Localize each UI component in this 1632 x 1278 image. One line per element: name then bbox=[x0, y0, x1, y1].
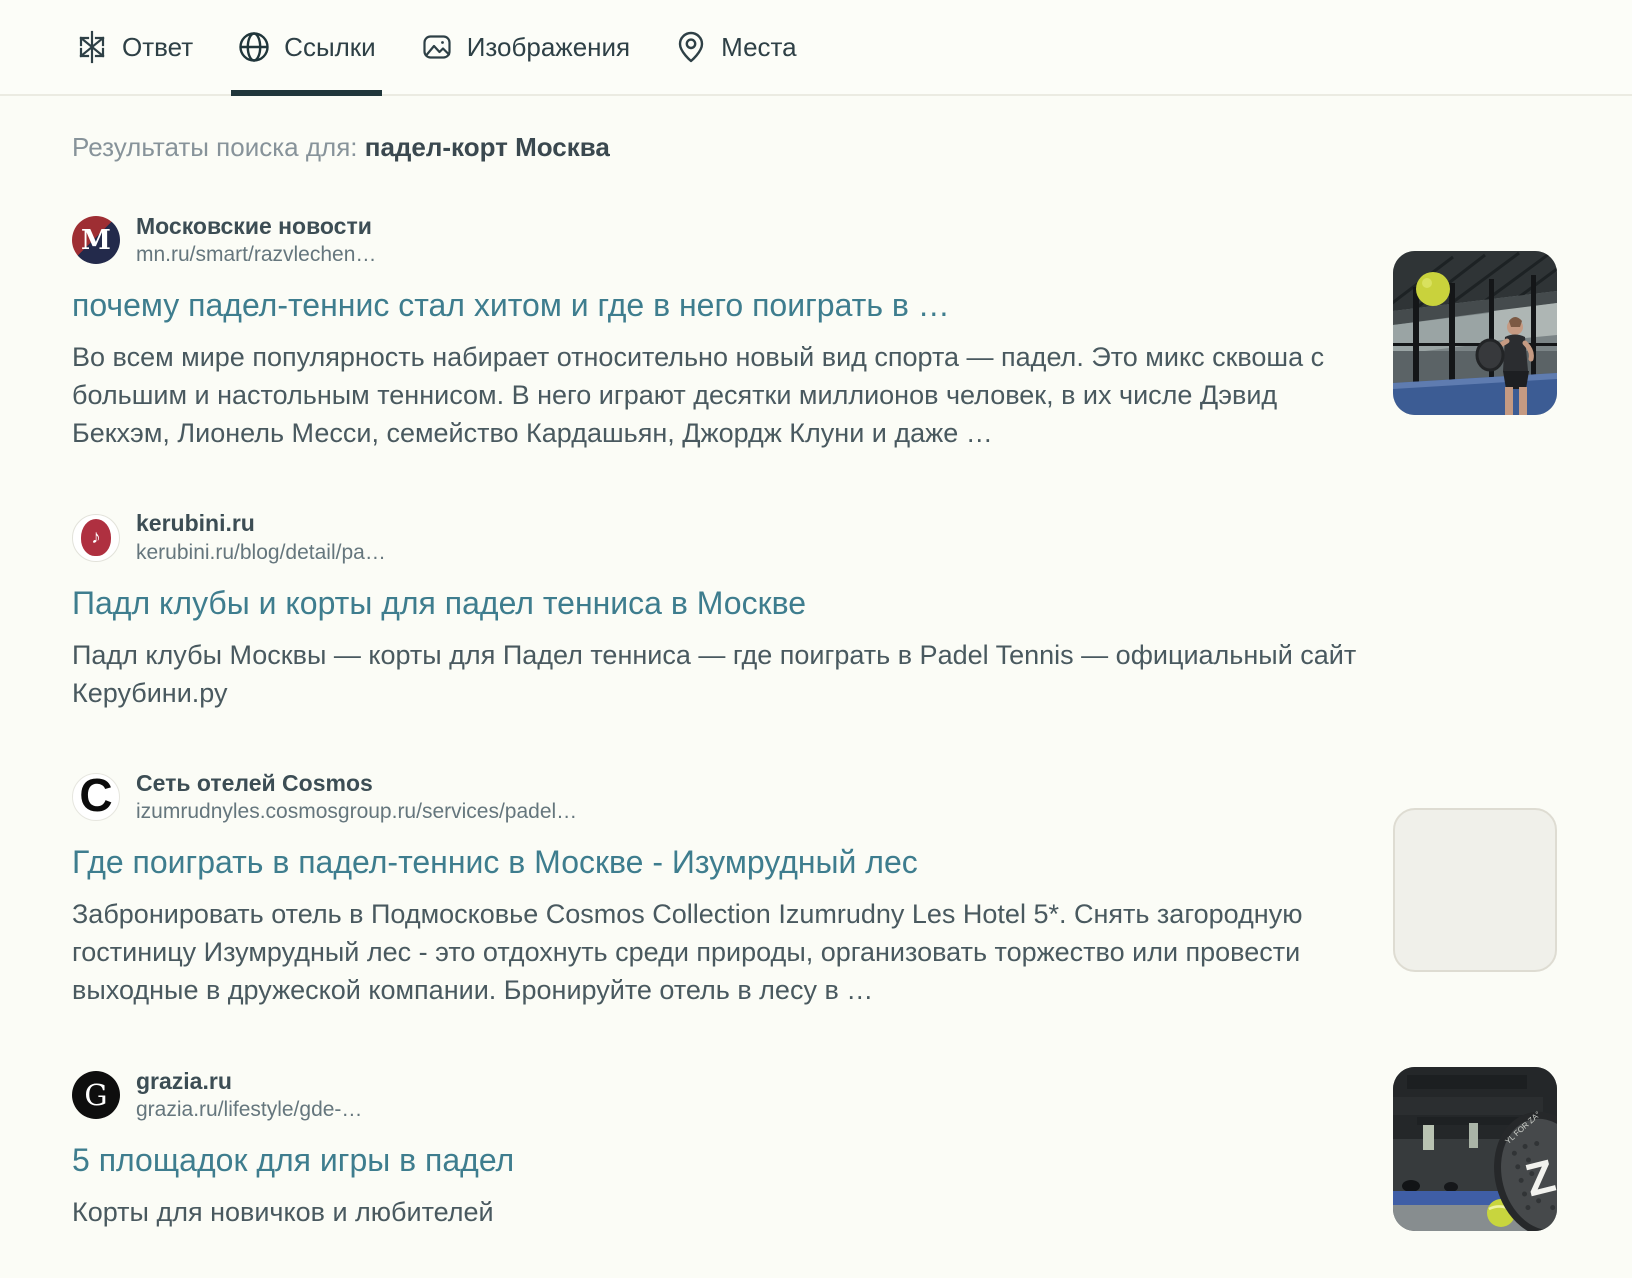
source-name: kerubini.ru bbox=[136, 510, 255, 537]
tab-label: Изображения bbox=[466, 31, 631, 62]
result-description: Во всем мире популярность набирает относ… bbox=[72, 342, 1325, 449]
result-title-link[interactable]: 5 площадок для игры в падел bbox=[72, 1140, 514, 1180]
favicon-letter: G bbox=[84, 1077, 108, 1112]
result-title-link[interactable]: Падл клубы и корты для падел тенниса в М… bbox=[72, 583, 806, 623]
source-name: grazia.ru bbox=[136, 1067, 232, 1094]
source-url: mn.ru/smart/razvlechen… bbox=[136, 243, 377, 267]
active-tab-underline bbox=[231, 90, 382, 96]
tab-images[interactable]: Изображения bbox=[420, 0, 630, 94]
result-source-header[interactable]: ♪ kerubini.ru kerubini.ru/blog/detail/pa… bbox=[72, 510, 1557, 564]
tab-label: Ссылки bbox=[284, 31, 376, 62]
search-result: G grazia.ru grazia.ru/lifestyle/gde-… 5 … bbox=[72, 1067, 1557, 1232]
tab-links[interactable]: Ссылки bbox=[231, 0, 382, 96]
tab-label: Места bbox=[721, 31, 797, 62]
tab-bar: Ответ Ссылки Изображения Места bbox=[0, 0, 1632, 96]
favicon-letter: C bbox=[79, 773, 113, 822]
result-thumbnail-padel-player[interactable] bbox=[1393, 250, 1557, 415]
favicon-cosmos: C bbox=[72, 773, 120, 822]
search-result: C Сеть отелей Cosmos izumrudnyles.cosmos… bbox=[72, 770, 1557, 1009]
result-thumbnail-placeholder bbox=[1393, 807, 1557, 972]
result-text-column: G grazia.ru grazia.ru/lifestyle/gde-… 5 … bbox=[72, 1068, 1353, 1231]
source-name: Московские новости bbox=[136, 213, 372, 239]
source-url: grazia.ru/lifestyle/gde-… bbox=[136, 1098, 363, 1122]
source-meta: grazia.ru grazia.ru/lifestyle/gde-… bbox=[136, 1068, 362, 1122]
result-source-header[interactable]: C Сеть отелей Cosmos izumrudnyles.cosmos… bbox=[72, 770, 1353, 824]
result-source-header[interactable]: M Московские новости mn.ru/smart/razvlec… bbox=[72, 213, 1353, 267]
result-thumbnail-padel-racket[interactable]: Z YL FOR ZA° bbox=[1393, 1067, 1557, 1232]
sparkle-logo-icon bbox=[75, 30, 109, 64]
search-result: M Московские новости mn.ru/smart/razvlec… bbox=[72, 213, 1557, 452]
search-results-panel: Результаты поиска для: падел-корт Москва… bbox=[0, 132, 1632, 1232]
result-title-link[interactable]: Где поиграть в падел-теннис в Москве - И… bbox=[72, 842, 918, 882]
source-url: izumrudnyles.cosmosgroup.ru/services/pad… bbox=[136, 800, 578, 824]
favicon-grazia: G bbox=[72, 1070, 120, 1119]
results-for-line: Результаты поиска для: падел-корт Москва bbox=[72, 132, 1557, 163]
source-meta: kerubini.ru kerubini.ru/blog/detail/pa… bbox=[136, 510, 386, 564]
search-result: ♪ kerubini.ru kerubini.ru/blog/detail/pa… bbox=[72, 510, 1557, 711]
favicon-letter: ♪ bbox=[91, 526, 101, 548]
result-text-column: M Московские новости mn.ru/smart/razvlec… bbox=[72, 213, 1353, 452]
results-for-label: Результаты поиска для: bbox=[72, 132, 358, 162]
places-pin-icon bbox=[674, 30, 708, 64]
favicon-ornament: ♪ bbox=[81, 519, 111, 557]
source-meta: Сеть отелей Cosmos izumrudnyles.cosmosgr… bbox=[136, 770, 577, 824]
favicon-kerubini: ♪ bbox=[72, 513, 120, 562]
globe-icon bbox=[237, 30, 271, 64]
result-text-column: ♪ kerubini.ru kerubini.ru/blog/detail/pa… bbox=[72, 510, 1557, 711]
source-name: Сеть отелей Cosmos bbox=[136, 769, 373, 796]
result-description: Корты для новичков и любителей bbox=[72, 1197, 494, 1228]
result-description: Падл клубы Москвы — корты для Падел тенн… bbox=[72, 639, 1357, 708]
images-icon bbox=[420, 30, 454, 64]
source-url: kerubini.ru/blog/detail/pa… bbox=[136, 540, 386, 564]
tab-label: Ответ bbox=[122, 31, 194, 62]
result-title-link[interactable]: почему падел-теннис стал хитом и где в н… bbox=[72, 285, 950, 325]
tab-answer[interactable]: Ответ bbox=[75, 0, 193, 94]
favicon-letter: M bbox=[81, 224, 111, 256]
result-text-column: C Сеть отелей Cosmos izumrudnyles.cosmos… bbox=[72, 770, 1353, 1009]
source-meta: Московские новости mn.ru/smart/razvleche… bbox=[136, 213, 376, 267]
result-source-header[interactable]: G grazia.ru grazia.ru/lifestyle/gde-… bbox=[72, 1068, 1353, 1122]
favicon-moskovskie-novosti: M bbox=[72, 216, 120, 265]
search-query: падел-корт Москва bbox=[364, 132, 610, 162]
tab-places[interactable]: Места bbox=[674, 0, 797, 94]
result-description: Забронировать отель в Подмосковье Cosmos… bbox=[72, 899, 1303, 1006]
